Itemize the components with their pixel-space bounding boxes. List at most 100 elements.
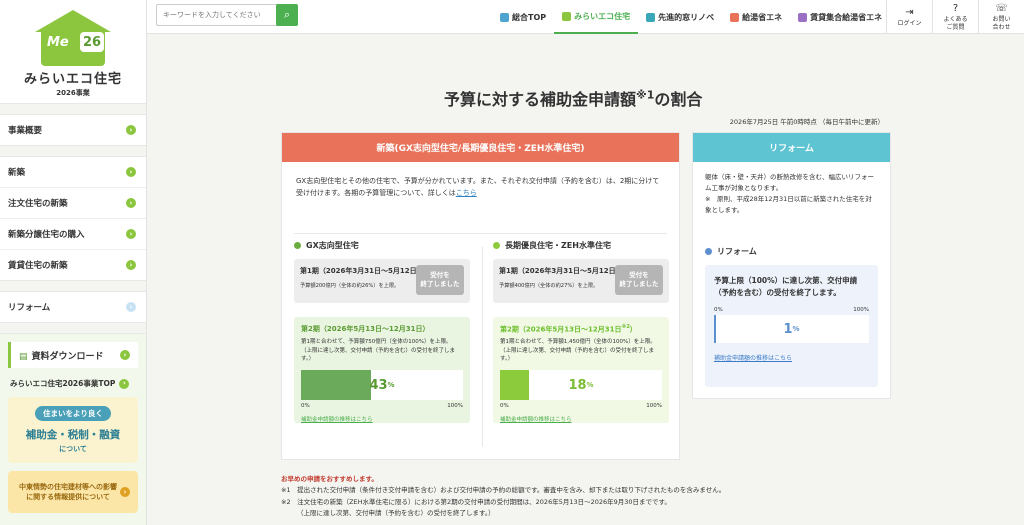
- bullet-icon: [705, 248, 712, 255]
- zeh-column: 長期優良住宅・ZEH水準住宅 第1期（2026年3月31日～5月12日） 予算額…: [493, 239, 669, 423]
- chevron-right-icon: ›: [119, 378, 130, 389]
- intro-line-2: ※ 原則、平成28年12月31日以前に新築された住宅を対象とします。: [705, 195, 872, 215]
- search-input[interactable]: [156, 4, 296, 26]
- chevron-right-icon: ›: [126, 198, 136, 208]
- page-title: 予算に対する補助金申請額※1の割合: [444, 86, 702, 110]
- subsidy-banner[interactable]: 住まいをより良く 補助金・税制・融資 について: [8, 397, 138, 463]
- new-build-intro: GX志向型住宅とその他の住宅で、予算が分かれています。また、それぞれ交付申請（予…: [282, 162, 679, 228]
- nav-divider: [0, 145, 146, 157]
- gx-history-link[interactable]: 補助金申請額の推移はこちら: [301, 415, 463, 423]
- phase2-title-tail: ）: [629, 325, 637, 334]
- tab-top[interactable]: 総合TOP: [492, 0, 554, 34]
- gx-phase2: 第2期（2026年5月13日～12月31日） 第1期と合わせて、予算額750億円…: [294, 317, 470, 423]
- faq-label-2: ご質問: [946, 23, 965, 31]
- top-link-label: みらいエコ住宅2026事業TOP: [10, 379, 116, 388]
- tab-mirai-eco[interactable]: みらいエコ住宅: [554, 0, 639, 34]
- nav-divider: [0, 103, 146, 115]
- reform-subtitle-text: リフォーム: [717, 247, 757, 256]
- progress-value: 1%: [714, 315, 869, 343]
- tab-rental-water-heater[interactable]: 賃貸集合給湯省エネ: [790, 0, 890, 34]
- chevron-right-icon: ›: [126, 302, 136, 312]
- house-icon: [562, 11, 572, 21]
- closed-badge: 受付を 終了しました: [615, 265, 663, 295]
- progress-number: 43: [369, 377, 388, 393]
- new-build-header: 新築(GX志向型住宅/長期優良住宅・ZEH水準住宅): [282, 133, 679, 162]
- progress-unit: %: [792, 325, 800, 334]
- chevron-right-icon: ›: [126, 167, 136, 177]
- chevron-right-icon: ›: [126, 260, 136, 270]
- note-3: （上限に達し次第、交付申請（予約を含む）の受付を終了します。）: [297, 509, 495, 518]
- phase2-desc: 第1期と合わせて、予算額1,450億円（全体の100%）を上限。 （上限に達し次第…: [500, 338, 662, 366]
- tab-label: 先進的窓リノベ: [658, 12, 715, 22]
- site-tabs: 総合TOP みらいエコ住宅 先進的窓リノベ 給湯省エネ 賃貸集合給湯省エネ: [492, 0, 890, 34]
- phase2-title: 第2期（2026年5月13日～12月31日※2）: [500, 324, 662, 334]
- sidebar-item-purchase[interactable]: 新築分譲住宅の購入 ›: [0, 219, 146, 249]
- question-icon: ?: [952, 3, 959, 15]
- gx-title-text: GX志向型住宅: [306, 240, 359, 250]
- house-icon: [500, 12, 509, 22]
- scale-min: 0%: [714, 307, 723, 314]
- faq-button[interactable]: ? よくある ご質問: [932, 0, 978, 34]
- contact-label-1: お問い: [992, 16, 1011, 24]
- utility-nav: ⇥ ログイン ? よくある ご質問 ☏ お問い 合わせ: [886, 0, 1024, 34]
- nav-divider: [0, 280, 146, 292]
- reform-status-text: 予算上限（100%）に達し次第、交付申請（予約を含む）の受付を終了します。: [714, 276, 858, 297]
- bullet-icon: [294, 241, 301, 249]
- new-build-card: 新築(GX志向型住宅/長期優良住宅・ZEH水準住宅) GX志向型住宅とその他の住…: [281, 132, 680, 460]
- desc-line-1: 第1期と合わせて、予算額750億円（全体の100%）を上限。: [301, 339, 452, 345]
- download-button[interactable]: ▤ 資料ダウンロード ›: [8, 342, 138, 368]
- sidebar-item-overview[interactable]: 事業概要 ›: [0, 115, 146, 145]
- progress-scale: 0% 100%: [301, 403, 463, 409]
- login-button[interactable]: ⇥ ログイン: [886, 0, 932, 34]
- tab-label: 給湯省エネ: [742, 12, 783, 22]
- progress-number: 1: [783, 321, 793, 337]
- notes-heading: お早めの申請をおすすめします。: [281, 475, 378, 483]
- logo-me: Me: [47, 35, 69, 50]
- zeh-title: 長期優良住宅・ZEH水準住宅: [493, 239, 669, 251]
- title-footnote: ※1: [636, 88, 655, 102]
- gx-phase1: 第1期（2026年3月31日～5月12日） 予算額200億円（全体の約26%）を…: [294, 259, 470, 303]
- logo-number: 26: [80, 32, 104, 52]
- login-icon: ⇥: [905, 6, 914, 18]
- progress-unit: %: [586, 381, 594, 390]
- reform-status-box: 予算上限（100%）に達し次第、交付申請（予約を含む）の受付を終了します。 0%…: [705, 265, 878, 387]
- contact-label-2: 合わせ: [992, 23, 1011, 31]
- sidebar-item-custom-home[interactable]: 注文住宅の新築 ›: [0, 188, 146, 218]
- contact-button[interactable]: ☏ お問い 合わせ: [978, 0, 1024, 34]
- sidebar-item-new-build[interactable]: 新築 ›: [0, 157, 146, 187]
- top-link[interactable]: みらいエコ住宅2026事業TOP ›: [10, 378, 138, 389]
- search-icon: ⌕: [283, 8, 291, 21]
- site-logo[interactable]: Me 26 みらいエコ住宅 2026事業: [0, 0, 146, 103]
- zeh-title-text: 長期優良住宅・ZEH水準住宅: [505, 240, 611, 250]
- intro-text: GX志向型住宅とその他の住宅で、予算が分かれています。また、それぞれ交付申請（予…: [296, 177, 660, 197]
- reform-history-link[interactable]: 補助金申請額の推移はこちら: [714, 353, 869, 362]
- closed-badge: 受付を 終了しました: [416, 265, 464, 295]
- sidebar-item-label: 賃貸住宅の新築: [8, 261, 68, 271]
- zeh-phase1: 第1期（2026年3月31日～5月12日） 予算額400億円（全体の約27%）を…: [493, 259, 669, 303]
- scale-max: 100%: [853, 307, 869, 314]
- reform-header: リフォーム: [693, 133, 890, 162]
- logo-year: 2026事業: [56, 89, 90, 97]
- main-content: 予算に対する補助金申請額※1の割合 2026年7月25日 午前0時時点 （毎日午…: [147, 34, 1024, 525]
- sidebar-item-rental[interactable]: 賃貸住宅の新築 ›: [0, 250, 146, 280]
- zeh-phase2: 第2期（2026年5月13日～12月31日※2） 第1期と合わせて、予算額1,4…: [493, 317, 669, 423]
- details-link[interactable]: こちら: [456, 189, 477, 197]
- search-button[interactable]: ⌕: [276, 4, 298, 26]
- banner-text: 中東情勢の住宅建材等への影響に関する情報提供について: [19, 482, 117, 502]
- note-1: ※1 提出された交付申請（条件付き交付申請を含む）および交付申請の予約の総額です…: [281, 486, 726, 495]
- phone-icon: ☏: [995, 3, 1008, 15]
- badge-line-2: 終了しました: [420, 280, 460, 288]
- gx-column: GX志向型住宅 第1期（2026年3月31日～5月12日） 予算額200億円（全…: [294, 239, 470, 423]
- zeh-history-link[interactable]: 補助金申請額の推移はこちら: [500, 415, 662, 423]
- building-icon: [798, 12, 808, 22]
- scale-max: 100%: [646, 403, 662, 410]
- nav-divider: [0, 322, 146, 334]
- progress-scale: 0% 100%: [500, 403, 662, 409]
- sidebar-item-label: リフォーム: [8, 303, 51, 313]
- mideast-info-banner[interactable]: 中東情勢の住宅建材等への影響に関する情報提供について ›: [8, 471, 138, 513]
- tab-water-heater[interactable]: 給湯省エネ: [722, 0, 790, 34]
- sidebar-item-reform[interactable]: リフォーム ›: [0, 292, 146, 322]
- phase2-desc: 第1期と合わせて、予算額750億円（全体の100%）を上限。 （上限に達し次第、交…: [301, 338, 463, 366]
- tab-window-renovation[interactable]: 先進的窓リノベ: [638, 0, 722, 34]
- sidebar-item-label: 新築分譲住宅の購入: [8, 230, 85, 240]
